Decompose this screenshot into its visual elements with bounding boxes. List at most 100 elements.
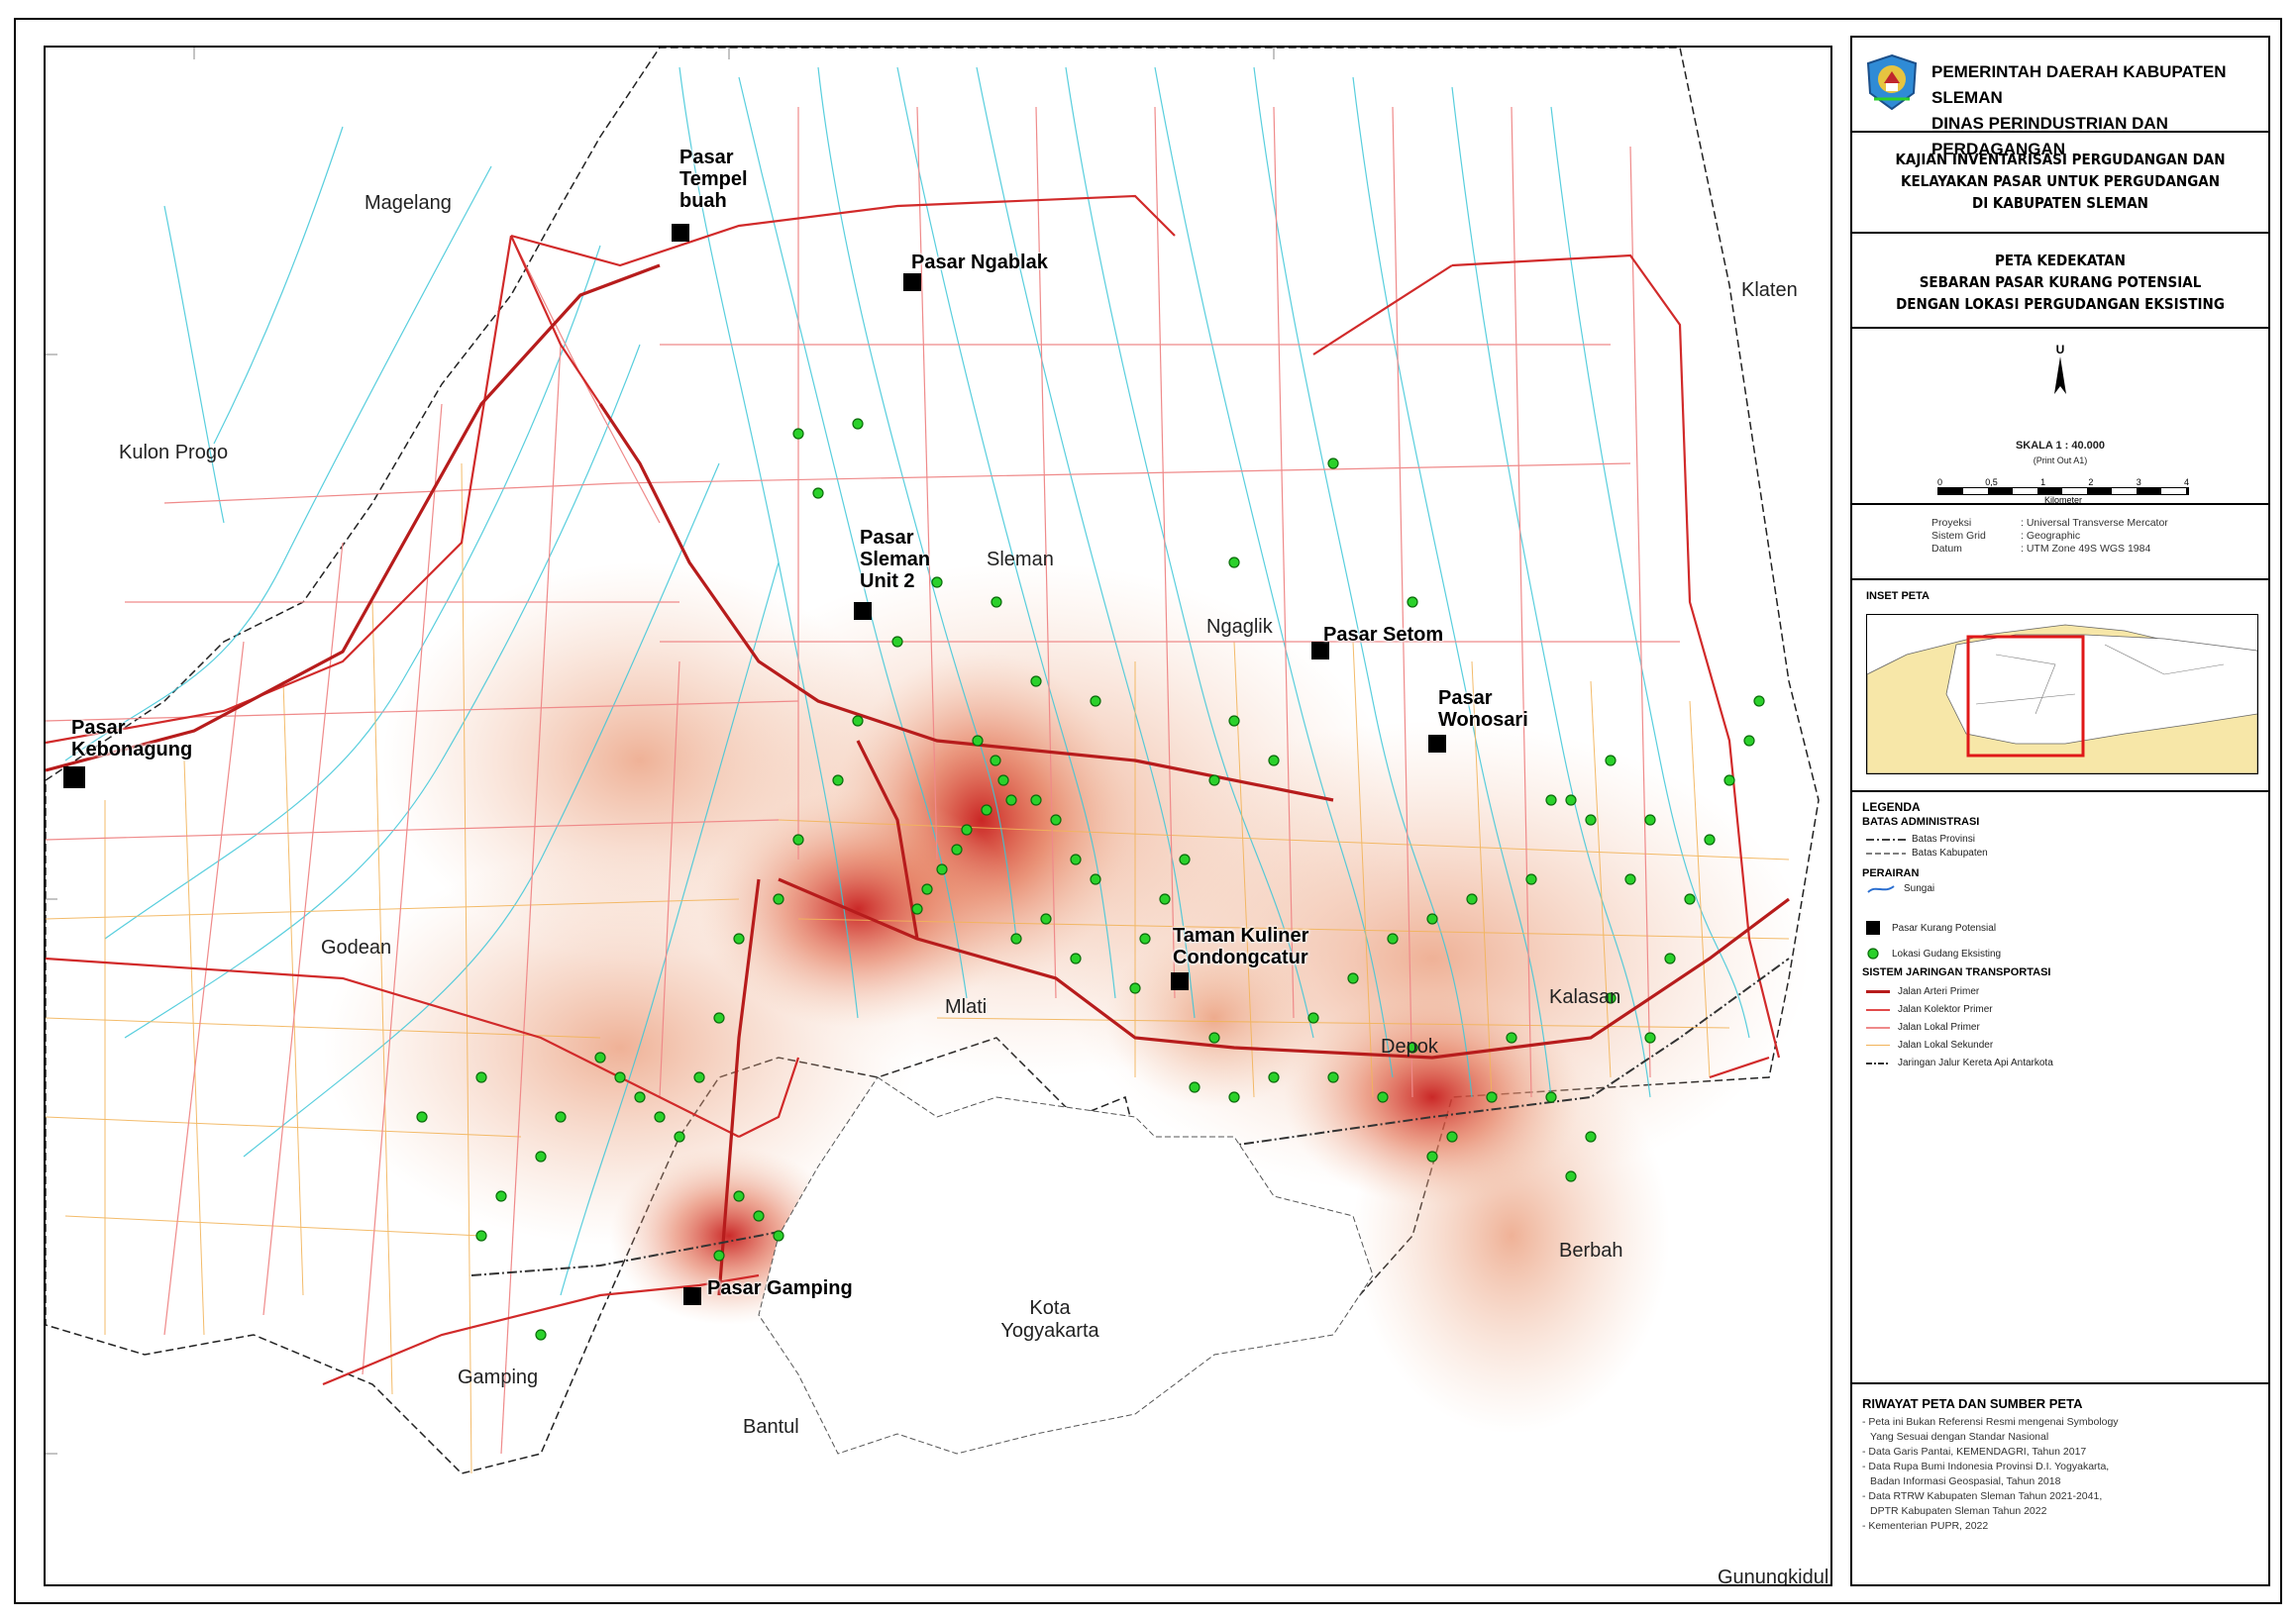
pasar-label-sleman-unit-2: Pasar Sleman Unit 2 — [860, 527, 931, 592]
region-label-kota-yogyakarta: Kota Yogyakarta — [1000, 1297, 1099, 1342]
study-title-box: KAJIAN INVENTARISASI PERGUDANGAN DAN KEL… — [1852, 133, 2268, 234]
pasar-marker-tempel[interactable] — [672, 224, 689, 242]
north-arrow-icon — [2054, 356, 2066, 394]
map-area[interactable]: Magelang Klaten Kulon Progo Godean Gampi… — [44, 46, 1832, 1586]
legend-label: Batas Kabupaten — [1912, 848, 1988, 859]
region-label-ngaglik: Ngaglik — [1206, 616, 1273, 638]
scale-tick: 1 — [2040, 477, 2046, 487]
legend-perairan-title: PERAIRAN — [1862, 867, 1920, 879]
riwayat-line: - Data Rupa Bumi Indonesia Provinsi D.I.… — [1862, 1461, 2110, 1472]
legend-admin-title: BATAS ADMINISTRASI — [1862, 816, 1980, 828]
river-icon — [1867, 884, 1895, 893]
legend-label: Lokasi Gudang Eksisting — [1892, 948, 2002, 960]
inset-title: INSET PETA — [1866, 590, 1930, 602]
road-line-icon — [1866, 1008, 1890, 1011]
railway-line-icon — [1866, 1062, 1890, 1064]
pasar-label-setom: Pasar Setom — [1323, 624, 1444, 646]
scale-print: (Print Out A1) — [2033, 456, 2088, 465]
road-line-icon — [1866, 990, 1890, 993]
scale-box: U SKALA 1 : 40.000 (Print Out A1) 0 0,5 … — [1852, 329, 2268, 505]
legend-label: Sungai — [1904, 883, 1935, 894]
scale-bar: 0 0,5 1 2 3 4 Kilometer — [1937, 477, 2189, 505]
inset-box: INSET PETA — [1852, 580, 2268, 792]
region-label-bantul: Bantul — [743, 1416, 799, 1438]
study-line-1: KAJIAN INVENTARISASI PERGUDANGAN DAN — [1895, 151, 2226, 168]
pasar-marker-kebonagung[interactable] — [63, 766, 85, 788]
legend-label: Jalan Lokal Sekunder — [1898, 1040, 1994, 1051]
pasar-label-kebonagung: Pasar Kebonagung — [71, 717, 193, 760]
region-label-depok: Depok — [1381, 1036, 1438, 1058]
legend-sungai: Sungai — [1866, 883, 1934, 894]
projection-key: Datum — [1931, 543, 1962, 555]
scale-tick: 0,5 — [1985, 477, 1998, 487]
legend-road-row: Jalan Kolektor Primer — [1866, 1004, 1993, 1015]
legend-transport-title: SISTEM JARINGAN TRANSPORTASI — [1862, 966, 2051, 978]
pasar-marker-condongcatur[interactable] — [1171, 972, 1189, 990]
pasar-marker-gamping[interactable] — [683, 1287, 701, 1305]
projection-key: Proyeksi — [1931, 517, 1972, 529]
legend-box: LEGENDA BATAS ADMINISTRASI Batas Provins… — [1852, 792, 2268, 1384]
legend-road-row: Jalan Lokal Sekunder — [1866, 1040, 1993, 1051]
map-title-box: PETA KEDEKATAN SEBARAN PASAR KURANG POTE… — [1852, 234, 2268, 329]
projection-key: Sistem Grid — [1931, 530, 1986, 542]
legend-label: Pasar Kurang Potensial — [1892, 922, 1997, 934]
legend-label: Jalan Arteri Primer — [1898, 986, 1980, 997]
riwayat-line: DPTR Kabupaten Sleman Tahun 2022 — [1870, 1505, 2047, 1517]
legend-pasar: Pasar Kurang Potensial — [1866, 921, 1996, 935]
pasar-label-tempel: Pasar Tempel buah — [679, 147, 748, 212]
scale-label: SKALA 1 : 40.000 — [2015, 440, 2106, 452]
riwayat-line: - Kementerian PUPR, 2022 — [1862, 1520, 1989, 1532]
legend-road-row: Jalan Arteri Primer — [1866, 986, 1979, 997]
gudang-dot-icon — [1867, 948, 1879, 960]
riwayat-line: - Data RTRW Kabupaten Sleman Tahun 2021-… — [1862, 1490, 2103, 1502]
pasar-marker-ngablak[interactable] — [903, 273, 921, 291]
legend-batas-kabupaten: Batas Kabupaten — [1866, 848, 1988, 859]
scale-bar-graphic — [1937, 487, 2189, 495]
pasar-label-condongcatur: Taman Kuliner Condongcatur — [1173, 925, 1309, 968]
region-label-gunungkidul: Gunungkidul — [1718, 1567, 1829, 1586]
region-label-magelang: Magelang — [365, 192, 452, 214]
pasar-label-wonosari: Pasar Wonosari — [1438, 687, 1528, 731]
legend-label: Batas Provinsi — [1912, 834, 1975, 845]
pasar-square-icon — [1866, 921, 1880, 935]
pasar-marker-wonosari[interactable] — [1428, 735, 1446, 753]
pasar-label-ngablak: Pasar Ngablak — [911, 252, 1048, 273]
projection-value: : UTM Zone 49S WGS 1984 — [2021, 543, 2151, 555]
road-line-icon — [1866, 1045, 1890, 1046]
scale-tick: 2 — [2088, 477, 2094, 487]
projection-value: : Geographic — [2021, 530, 2081, 542]
map-title-1: PETA KEDEKATAN — [1995, 252, 2126, 269]
map-title-2: SEBARAN PASAR KURANG POTENSIAL — [1919, 273, 2202, 291]
legend-label: Jalan Kolektor Primer — [1898, 1004, 1993, 1015]
projection-value: : Universal Transverse Mercator — [2021, 517, 2168, 529]
legend-label: Jaringan Jalur Kereta Api Antarkota — [1898, 1058, 2053, 1068]
riwayat-line: Badan Informasi Geospasial, Tahun 2018 — [1870, 1475, 2061, 1487]
legend-label: Jalan Lokal Primer — [1898, 1022, 1980, 1033]
legend-title: LEGENDA — [1862, 800, 1921, 814]
region-label-kalasan: Kalasan — [1549, 986, 1621, 1008]
riwayat-line: Yang Sesuai dengan Standar Nasional — [1870, 1431, 2049, 1443]
study-line-3: DI KABUPATEN SLEMAN — [1972, 194, 2148, 212]
region-label-berbah: Berbah — [1559, 1240, 1623, 1262]
scale-tick: 4 — [2183, 477, 2189, 487]
scale-tick: 0 — [1937, 477, 1943, 487]
legend-road-row: Jaringan Jalur Kereta Api Antarkota — [1866, 1058, 2053, 1068]
scale-tick: 3 — [2136, 477, 2141, 487]
map-info-panel: PEMERINTAH DAERAH KABUPATEN SLEMAN DINAS… — [1850, 36, 2270, 1586]
projection-row: Sistem Grid : Geographic — [1931, 530, 2268, 543]
org-line-1: PEMERINTAH DAERAH KABUPATEN SLEMAN — [1931, 62, 2227, 107]
region-label-kulon-progo: Kulon Progo — [119, 442, 229, 463]
legend-gudang: Lokasi Gudang Eksisting — [1866, 947, 2001, 961]
projection-box: Proyeksi : Universal Transverse Mercator… — [1852, 505, 2268, 580]
provinsi-line-icon — [1866, 838, 1906, 841]
inset-map — [1866, 614, 2258, 774]
region-label-klaten: Klaten — [1741, 279, 1798, 301]
kabupaten-line-icon — [1866, 853, 1906, 854]
riwayat-content: RIWAYAT PETA DAN SUMBER PETA - Peta ini … — [1862, 1396, 2119, 1534]
region-label-sleman: Sleman — [987, 549, 1054, 570]
org-header: PEMERINTAH DAERAH KABUPATEN SLEMAN DINAS… — [1852, 38, 2268, 158]
region-label-gamping: Gamping — [458, 1367, 539, 1388]
north-arrow: U — [2050, 343, 2070, 401]
pasar-marker-sleman-unit-2[interactable] — [854, 602, 872, 620]
projection-row: Proyeksi : Universal Transverse Mercator — [1931, 517, 2268, 530]
